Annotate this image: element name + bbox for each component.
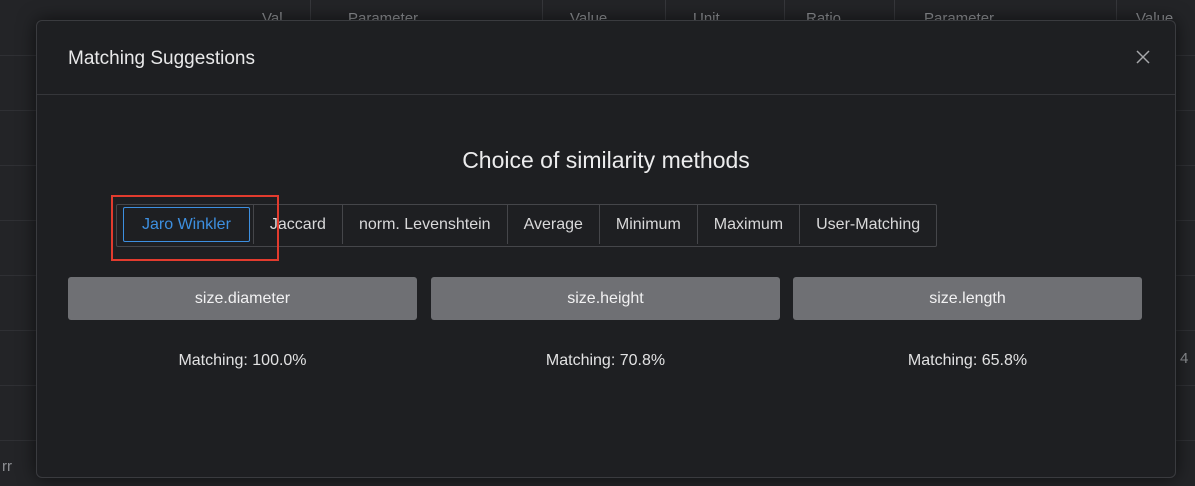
attribute-button-size-height[interactable]: size.height <box>431 277 780 320</box>
attribute-button-size-diameter[interactable]: size.diameter <box>68 277 417 320</box>
matching-score: Matching: 70.8% <box>545 352 666 369</box>
bg-cell-fragment: 4 <box>1180 350 1189 367</box>
modal-title: Matching Suggestions <box>68 48 255 69</box>
matching-suggestions-modal: Matching Suggestions Choice of similarit… <box>36 20 1176 478</box>
attribute-button-size-length[interactable]: size.length <box>793 277 1142 320</box>
method-maximum[interactable]: Maximum <box>696 205 799 244</box>
modal-header: Matching Suggestions <box>37 21 1175 95</box>
screen: Val Parameter Value Unit Ratio Parameter… <box>0 0 1195 486</box>
bg-cell-fragment: rr <box>2 458 12 475</box>
method-minimum[interactable]: Minimum <box>598 205 697 244</box>
close-button[interactable] <box>1133 47 1153 67</box>
method-user-matching[interactable]: User-Matching <box>799 205 936 244</box>
method-average[interactable]: Average <box>506 205 599 244</box>
method-jaccard[interactable]: Jaccard <box>252 205 342 244</box>
close-icon <box>1136 50 1150 64</box>
similarity-method-group: Jaro Winkler Jaccard norm. Levenshtein A… <box>116 204 938 247</box>
matching-score: Matching: 100.0% <box>178 352 307 369</box>
method-norm-levenshtein[interactable]: norm. Levenshtein <box>341 205 507 244</box>
matching-score: Matching: 65.8% <box>907 352 1028 369</box>
method-jaro-winkler[interactable]: Jaro Winkler <box>123 207 250 242</box>
section-title: Choice of similarity methods <box>462 147 750 173</box>
